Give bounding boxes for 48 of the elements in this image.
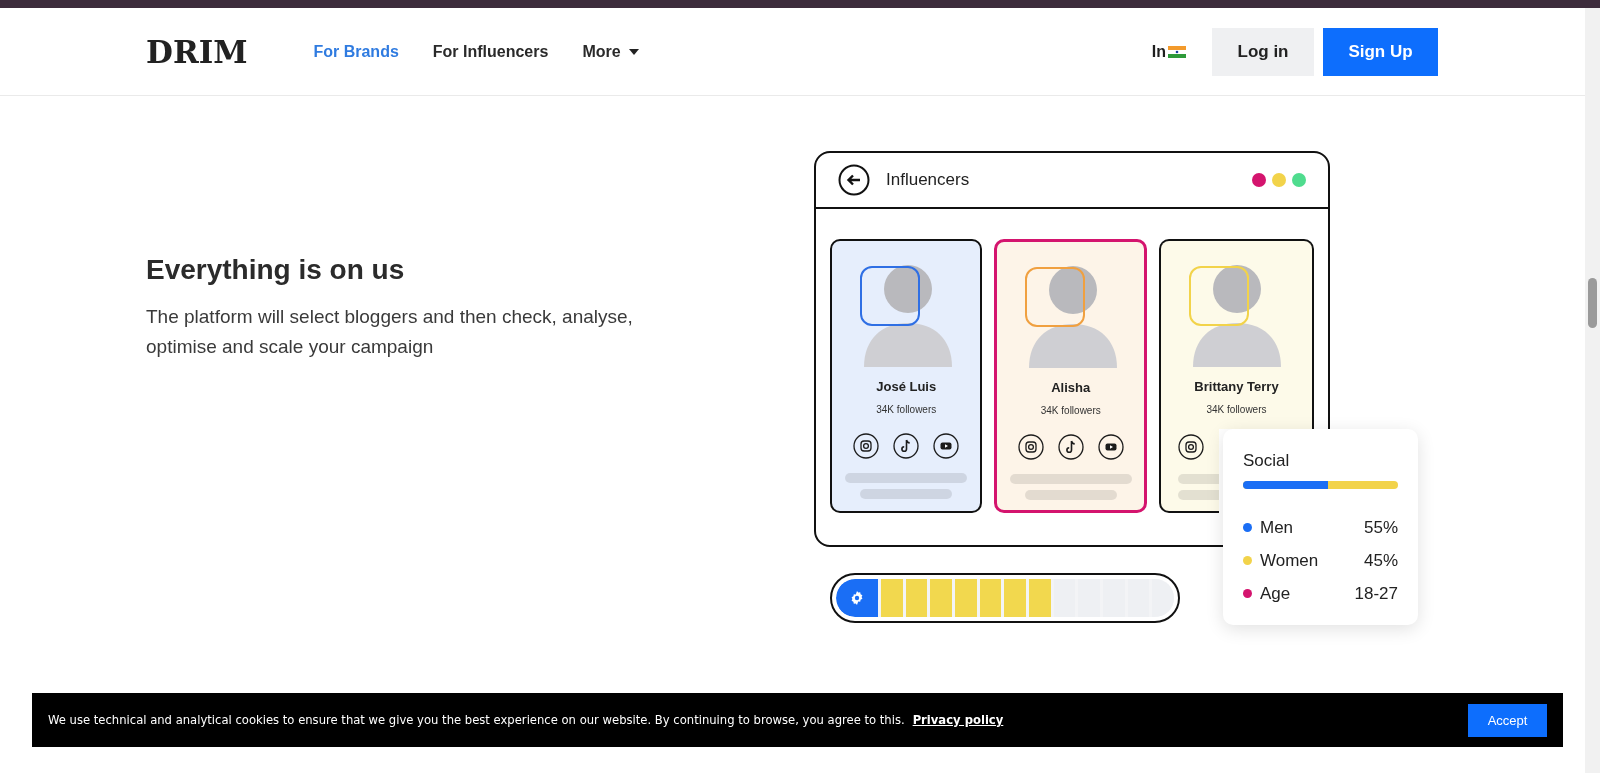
- stat-label: Age: [1260, 583, 1292, 604]
- login-button[interactable]: Log in: [1212, 27, 1314, 76]
- influencer-name: Alisha: [1051, 380, 1091, 395]
- influencer-card[interactable]: José Luis 34K followers: [830, 239, 983, 513]
- cookie-text: We use technical and analytical cookies to ensure that we give you the best experience on our website. By continuing to browse, you agree to this.: [48, 713, 905, 727]
- camera-icon[interactable]: [1017, 434, 1044, 460]
- scrollbar-thumb[interactable]: [1588, 278, 1597, 328]
- progress-segment: [881, 579, 903, 617]
- influencer-card[interactable]: Alisha 34K followers: [994, 239, 1147, 513]
- progress-segment: [930, 579, 952, 617]
- music-note-icon[interactable]: [893, 433, 920, 459]
- language-label[interactable]: In: [1151, 42, 1166, 61]
- influencer-name: José Luis: [876, 379, 937, 394]
- play-icon[interactable]: [933, 433, 960, 459]
- stat-value: 45%: [1363, 550, 1398, 571]
- nav-link[interactable]: For Influencers: [432, 42, 549, 61]
- section-heading: Everything is on us: [146, 254, 406, 286]
- followers-count: 34K followers: [1206, 404, 1267, 415]
- music-note-icon[interactable]: [1057, 434, 1084, 460]
- camera-icon[interactable]: [1178, 434, 1204, 460]
- accept-button[interactable]: Accept: [1468, 703, 1547, 737]
- progress-segment: [955, 579, 977, 617]
- influencer-card[interactable]: Brittany Terry 34K followers: [1159, 239, 1314, 429]
- progress-segment: [1029, 579, 1051, 617]
- logo[interactable]: DRIM: [146, 33, 248, 70]
- scrollbar[interactable]: [1585, 8, 1600, 773]
- stat-value: 55%: [1363, 517, 1398, 538]
- flag-icon[interactable]: [1168, 45, 1186, 58]
- progress-segment: [905, 579, 928, 617]
- nav-link[interactable]: More: [582, 42, 639, 61]
- window-title: Influencers: [886, 170, 971, 190]
- followers-count: 34K followers: [1040, 405, 1101, 416]
- privacy-policy-link[interactable]: Privacy policy: [912, 713, 1004, 727]
- stat-label: Women: [1260, 550, 1320, 571]
- play-icon[interactable]: [1097, 434, 1124, 460]
- camera-icon[interactable]: [853, 433, 880, 459]
- caret-icon: [628, 48, 639, 55]
- section-description: The platform will select bloggers and then check, analyse, optimise and scale your campaign: [146, 305, 634, 359]
- followers-count: 34K followers: [876, 404, 937, 415]
- settings-icon: [849, 590, 865, 606]
- stat-label: Men: [1260, 517, 1295, 538]
- panel-title: Social: [1243, 451, 1291, 471]
- nav-link[interactable]: For Brands: [313, 42, 399, 61]
- stat-value: 18-27: [1354, 583, 1398, 604]
- influencer-name: Brittany Terry: [1194, 379, 1279, 394]
- progress-segment: [1004, 579, 1027, 617]
- progress-segment: [979, 579, 1002, 617]
- signup-button[interactable]: Sign Up: [1323, 27, 1438, 76]
